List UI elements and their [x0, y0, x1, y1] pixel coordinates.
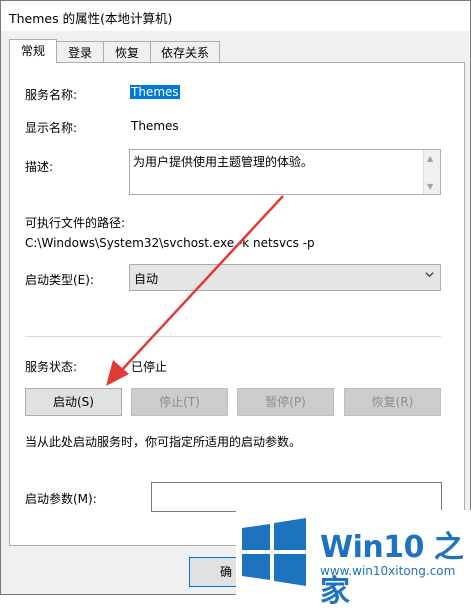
start-button[interactable]: 启动(S)	[25, 388, 122, 416]
pause-button[interactable]: 暂停(P)	[237, 388, 334, 416]
start-params-label: 启动参数(M):	[25, 492, 97, 506]
tab-recovery[interactable]: 恢复	[103, 41, 151, 63]
service-name-value[interactable]: Themes	[130, 85, 180, 99]
window-title: Themes 的属性(本地计算机)	[9, 11, 173, 26]
startup-type-select[interactable]: 自动	[129, 264, 441, 291]
exe-path-value: C:\Windows\System32\svchost.exe -k netsv…	[25, 236, 315, 250]
description-scrollbar[interactable]: ▲ ▼	[423, 150, 440, 194]
stop-button[interactable]: 停止(T)	[131, 388, 228, 416]
scroll-down-icon[interactable]: ▼	[427, 182, 433, 191]
title-bar: Themes 的属性(本地计算机)	[1, 1, 470, 31]
display-name-value: Themes	[131, 119, 179, 133]
tab-logon[interactable]: 登录	[56, 41, 104, 63]
startup-type-value: 自动	[134, 272, 159, 286]
tab-dependencies[interactable]: 依存关系	[150, 41, 220, 63]
windows-logo-icon	[242, 518, 306, 586]
tab-general[interactable]: 常规	[9, 39, 57, 63]
watermark-url: www.win10xitong.com	[320, 564, 456, 578]
properties-dialog: Themes 的属性(本地计算机) 常规 登录 恢复 依存关系 服务名称: Th…	[0, 0, 471, 595]
start-params-input[interactable]	[151, 482, 442, 512]
service-status-label: 服务状态:	[25, 360, 78, 374]
watermark: Win10 之家 www.win10xitong.com	[236, 510, 471, 609]
chevron-down-icon	[425, 272, 434, 278]
service-status-value: 已停止	[131, 360, 168, 374]
description-box[interactable]: 为用户提供使用主题管理的体验。 ▲ ▼	[129, 149, 441, 195]
scroll-up-icon[interactable]: ▲	[427, 154, 433, 163]
service-name-label: 服务名称:	[25, 88, 78, 102]
display-name-label: 显示名称:	[25, 121, 78, 135]
startup-type-label: 启动类型(E):	[25, 273, 94, 287]
description-label: 描述:	[25, 160, 54, 174]
resume-button[interactable]: 恢复(R)	[344, 388, 441, 416]
start-params-hint: 当从此处启动服务时，你可指定所适用的启动参数。	[25, 435, 302, 449]
description-value: 为用户提供使用主题管理的体验。	[133, 155, 314, 169]
exe-path-label: 可执行文件的路径:	[25, 216, 126, 230]
divider	[25, 336, 441, 337]
general-panel	[9, 62, 465, 546]
